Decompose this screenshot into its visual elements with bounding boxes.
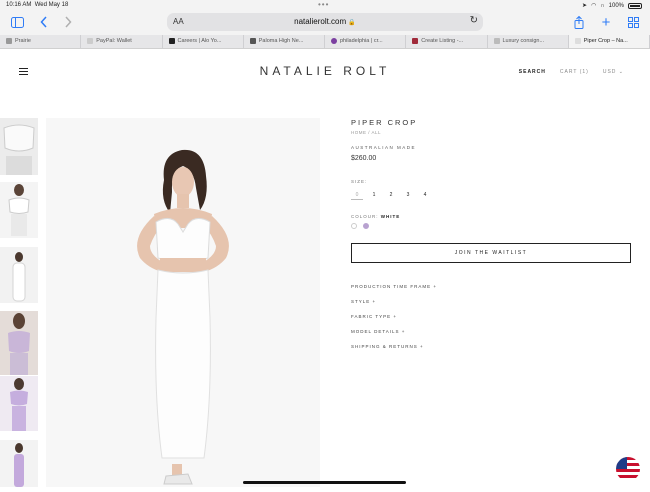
thumbnail-2[interactable] — [0, 182, 38, 238]
accordion-style[interactable]: STYLE + — [351, 294, 631, 309]
home-indicator[interactable] — [243, 481, 406, 484]
us-flag-icon[interactable] — [616, 457, 640, 481]
thumbnail-6[interactable] — [0, 440, 38, 487]
favicon-icon — [6, 38, 12, 44]
tab-label: Prairie — [15, 38, 31, 44]
tab-paypal[interactable]: PayPal: Wallet — [81, 35, 163, 48]
size-option-4[interactable]: 4 — [419, 190, 431, 200]
tab-label: Careers | Alo Yo... — [177, 38, 222, 44]
thumbnail-4[interactable] — [0, 311, 38, 375]
header-nav: SEARCH CART (1) USD ⌄ — [519, 69, 624, 75]
multitask-dots-icon[interactable]: ••• — [318, 0, 329, 9]
tab-luxury[interactable]: Luxury consign... — [488, 35, 569, 48]
status-bar: 10:16 AM Wed May 18 ••• ➤ ◠ ∩ 100% — [0, 0, 650, 10]
browser-toolbar: AA natalierolt.com 🔒 ↻ + — [0, 10, 650, 35]
location-icon: ➤ — [582, 3, 588, 9]
tab-label: PayPal: Wallet — [96, 38, 132, 44]
colour-swatches — [351, 223, 631, 229]
accordion-model-details[interactable]: MODEL DETAILS + — [351, 324, 631, 339]
colour-label: COLOUR: WHITE — [351, 214, 631, 219]
product-info: PIPER CROP HOME / ALL AUSTRALIAN MADE $2… — [351, 118, 631, 354]
tab-paloma[interactable]: Paloma High Ne... — [244, 35, 325, 48]
thumbnail-1[interactable] — [0, 118, 38, 175]
size-option-2[interactable]: 2 — [385, 190, 397, 200]
tab-piper-crop[interactable]: Piper Crop – Na... — [568, 35, 650, 48]
swatch-white[interactable] — [351, 223, 357, 229]
headphones-icon: ∩ — [600, 2, 605, 9]
tab-careers[interactable]: Careers | Alo Yo... — [163, 35, 244, 48]
product-main-image[interactable] — [46, 118, 320, 487]
breadcrumb[interactable]: HOME / ALL — [351, 130, 631, 135]
cart-link[interactable]: CART (1) — [560, 69, 589, 75]
colour-label-text: COLOUR: — [351, 214, 379, 219]
status-time: 10:16 AM — [6, 2, 32, 8]
favicon-icon — [331, 38, 337, 44]
product-title: PIPER CROP — [351, 118, 418, 127]
swatch-purple[interactable] — [363, 223, 369, 229]
size-option-3[interactable]: 3 — [402, 190, 414, 200]
site-header: NATALIE ROLT SEARCH CART (1) USD ⌄ — [0, 49, 650, 94]
share-icon[interactable] — [571, 14, 587, 30]
accordion-shipping-returns[interactable]: SHIPPING & RETURNS + — [351, 339, 631, 354]
back-icon[interactable] — [36, 14, 52, 30]
address-bar[interactable]: AA natalierolt.com 🔒 ↻ — [167, 13, 483, 31]
size-option-0[interactable]: 0 — [351, 190, 363, 200]
status-icons: ➤ ◠ ∩ 100% — [582, 2, 642, 9]
favicon-icon — [87, 38, 94, 44]
favicon-icon — [412, 38, 419, 44]
size-label: SIZE: — [351, 179, 368, 184]
product-accordions: PRODUCTION TIME FRAME + STYLE + FABRIC T… — [351, 279, 631, 354]
favicon-icon — [493, 38, 500, 44]
wifi-icon: ◠ — [591, 3, 597, 9]
status-date: Wed May 18 — [34, 2, 69, 8]
status-time-date: 10:16 AM Wed May 18 — [6, 2, 68, 8]
tab-craigslist[interactable]: philadelphia | cr... — [325, 35, 407, 48]
favicon-icon — [249, 38, 256, 44]
battery-icon — [628, 2, 642, 9]
product-price: $260.00 — [351, 155, 377, 162]
tab-label: Luxury consign... — [502, 38, 545, 44]
favicon-icon — [574, 38, 581, 44]
tab-label: Piper Crop – Na... — [583, 38, 628, 44]
tab-label: philadelphia | cr... — [340, 38, 383, 44]
thumbnail-5[interactable] — [0, 376, 38, 431]
url-domain: natalierolt.com — [294, 17, 347, 26]
origin-label: AUSTRALIAN MADE — [351, 145, 417, 150]
battery-percent: 100% — [608, 2, 624, 9]
favicon-icon — [168, 38, 175, 44]
sidebar-icon[interactable] — [9, 14, 25, 30]
new-tab-icon[interactable]: + — [598, 14, 614, 31]
tab-label: Paloma High Ne... — [258, 38, 304, 44]
thumbnail-3[interactable] — [0, 247, 38, 303]
tab-label: Create Listing -... — [421, 38, 464, 44]
reload-icon[interactable]: ↻ — [470, 15, 478, 26]
accordion-fabric-type[interactable]: FABRIC TYPE + — [351, 309, 631, 324]
join-waitlist-button[interactable]: JOIN THE WAITLIST — [351, 243, 631, 263]
search-link[interactable]: SEARCH — [519, 69, 546, 75]
url-text: natalierolt.com 🔒 — [167, 17, 483, 26]
tab-prairie[interactable]: Prairie — [0, 35, 82, 48]
tab-overview-icon[interactable] — [625, 14, 641, 30]
currency-selector[interactable]: USD ⌄ — [603, 69, 624, 75]
accordion-production-time[interactable]: PRODUCTION TIME FRAME + — [351, 279, 631, 294]
size-selector: 0 1 2 3 4 — [351, 190, 631, 200]
chevron-down-icon: ⌄ — [618, 69, 624, 75]
tab-create-listing[interactable]: Create Listing -... — [406, 35, 488, 48]
tab-bar: Prairie PayPal: Wallet Careers | Alo Yo.… — [0, 35, 650, 49]
colour-value: WHITE — [380, 214, 401, 219]
size-option-1[interactable]: 1 — [368, 190, 380, 200]
currency-label: USD — [602, 69, 617, 75]
forward-icon[interactable] — [60, 14, 76, 30]
lock-icon: 🔒 — [348, 20, 356, 26]
